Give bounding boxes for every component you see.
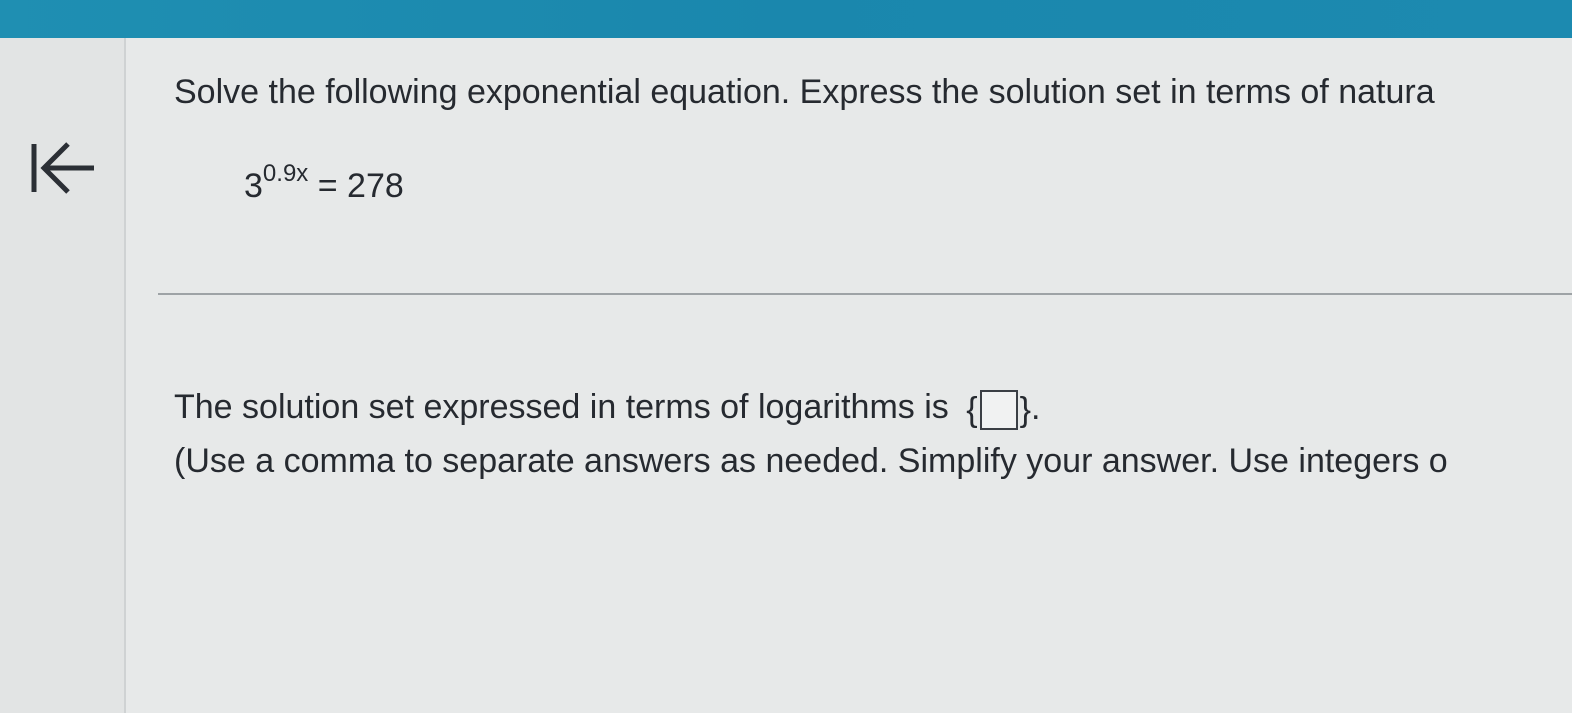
answer-hint: (Use a comma to separate answers as need… (174, 442, 1448, 480)
equation: 30.9x = 278 (244, 160, 404, 206)
left-panel (0, 38, 126, 713)
answer-prompt: The solution set expressed in terms of l… (174, 388, 949, 426)
answer-period: . (1030, 389, 1041, 427)
collapse-panel-button[interactable] (26, 134, 102, 202)
question-area: Solve the following exponential equation… (126, 38, 1572, 713)
answer-line: The solution set expressed in terms of l… (174, 387, 1041, 431)
open-brace: { (966, 391, 978, 430)
close-brace: } (1019, 391, 1031, 430)
equation-exponent: 0.9x (262, 160, 309, 187)
solution-set: {}. (966, 388, 1041, 431)
equation-base: 3 (244, 167, 263, 205)
equation-rhs: = 278 (317, 167, 404, 205)
question-instruction: Solve the following exponential equation… (174, 73, 1435, 111)
collapse-left-arrow-icon (31, 142, 94, 194)
section-divider (158, 293, 1572, 295)
top-bar (0, 0, 1572, 38)
answer-input[interactable] (979, 390, 1018, 431)
